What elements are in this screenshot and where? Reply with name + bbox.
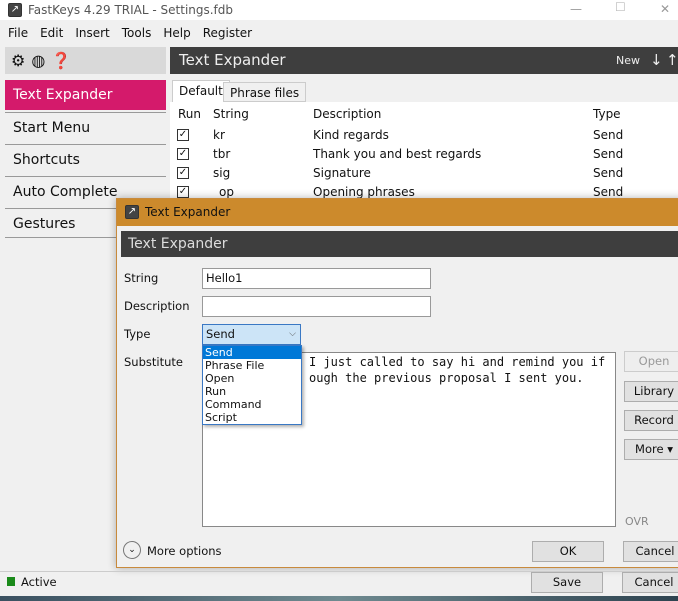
description-input[interactable] xyxy=(202,296,431,317)
column-description[interactable]: Description xyxy=(313,107,381,121)
row-string: sig xyxy=(213,166,231,180)
dialog-header: Text Expander xyxy=(121,231,678,257)
dialog-title-bar: ↗ Text Expander xyxy=(117,199,678,226)
row-string: kr xyxy=(213,128,225,142)
type-dropdown-list: Send Phrase File Open Run Command Script xyxy=(202,345,302,425)
close-button[interactable]: ✕ xyxy=(660,2,670,16)
type-option[interactable]: Phrase File xyxy=(203,359,301,372)
type-select[interactable]: Send ⌵ xyxy=(202,324,301,345)
type-label: Type xyxy=(124,327,151,341)
ovr-indicator: OVR xyxy=(625,515,649,528)
menu-insert[interactable]: Insert xyxy=(75,26,109,40)
row-description: Signature xyxy=(313,166,371,180)
sidebar-item-shortcuts[interactable]: Shortcuts xyxy=(5,144,166,174)
row-description: Kind regards xyxy=(313,128,389,142)
row-type: Send xyxy=(593,185,624,199)
row-string: _op xyxy=(213,185,234,199)
text-expander-dialog: ↗ Text Expander Text Expander String Hel… xyxy=(116,198,678,568)
open-button[interactable]: Open xyxy=(624,351,678,372)
substitute-label: Substitute xyxy=(124,355,183,369)
desktop-strip xyxy=(0,596,678,601)
sidebar-item-text-expander[interactable]: Text Expander xyxy=(5,80,166,110)
row-type: Send xyxy=(593,147,624,161)
new-button[interactable]: New xyxy=(616,47,640,74)
globe-icon[interactable]: ◍ xyxy=(31,51,45,70)
type-option[interactable]: Command xyxy=(203,398,301,411)
more-options-link[interactable]: More options xyxy=(147,544,222,558)
move-down-icon[interactable]: ↓ xyxy=(650,47,663,74)
menu-edit[interactable]: Edit xyxy=(40,26,63,40)
gear-icon[interactable]: ⚙ xyxy=(11,51,25,70)
status-text: Active xyxy=(21,575,57,589)
status-indicator-icon xyxy=(7,577,15,586)
menu-tools[interactable]: Tools xyxy=(122,26,152,40)
app-icon: ↗ xyxy=(125,205,139,219)
dialog-title: Text Expander xyxy=(145,205,231,219)
row-type: Send xyxy=(593,166,624,180)
toolbar: ⚙ ◍ ❓ xyxy=(5,47,166,74)
move-up-icon[interactable]: ↑ xyxy=(666,47,678,74)
more-button[interactable]: More ▾ xyxy=(624,439,678,460)
type-value: Send xyxy=(206,327,235,341)
save-button[interactable]: Save xyxy=(531,572,603,593)
row-description: Thank you and best regards xyxy=(313,147,482,161)
run-checkbox[interactable]: ✓ xyxy=(177,186,189,198)
section-title: Text Expander xyxy=(179,51,286,69)
type-option[interactable]: Send xyxy=(203,346,301,359)
row-string: tbr xyxy=(213,147,231,161)
record-button[interactable]: Record xyxy=(624,410,678,431)
cancel-button[interactable]: Cancel xyxy=(622,572,678,593)
description-label: Description xyxy=(124,299,190,313)
maximize-button[interactable]: ☐ xyxy=(615,0,626,14)
substitute-line-1: I just called to say hi and remind you i… xyxy=(309,355,606,369)
string-label: String xyxy=(124,271,159,285)
phrase-table: Run String Description Type ✓ kr Kind re… xyxy=(170,102,678,199)
expand-chevron-icon[interactable]: ⌄ xyxy=(123,541,141,559)
string-input[interactable]: Hello1 xyxy=(202,268,431,289)
column-string[interactable]: String xyxy=(213,107,249,121)
row-description: Opening phrases xyxy=(313,185,415,199)
tab-default[interactable]: Default xyxy=(172,80,230,102)
run-checkbox[interactable]: ✓ xyxy=(177,148,189,160)
title-bar: ↗ FastKeys 4.29 TRIAL - Settings.fdb — ☐… xyxy=(0,0,678,20)
column-run[interactable]: Run xyxy=(178,107,201,121)
run-checkbox[interactable]: ✓ xyxy=(177,129,189,141)
type-option[interactable]: Script xyxy=(203,411,301,424)
app-icon: ↗ xyxy=(8,3,22,17)
menu-help[interactable]: Help xyxy=(163,26,190,40)
help-icon[interactable]: ❓ xyxy=(51,51,71,70)
section-header: Text Expander New ↓ ↑ xyxy=(170,47,678,74)
row-type: Send xyxy=(593,128,624,142)
library-button[interactable]: Library xyxy=(624,381,678,402)
sidebar-item-start-menu[interactable]: Start Menu xyxy=(5,112,166,142)
minimize-button[interactable]: — xyxy=(570,2,582,16)
menu-file[interactable]: File xyxy=(8,26,28,40)
window-title: FastKeys 4.29 TRIAL - Settings.fdb xyxy=(28,3,234,17)
column-type[interactable]: Type xyxy=(593,107,621,121)
ok-button[interactable]: OK xyxy=(532,541,604,562)
tab-phrase-files[interactable]: Phrase files xyxy=(223,82,307,102)
menu-register[interactable]: Register xyxy=(203,26,252,40)
type-option[interactable]: Run xyxy=(203,385,301,398)
dialog-cancel-button[interactable]: Cancel xyxy=(623,541,678,562)
type-option[interactable]: Open xyxy=(203,372,301,385)
run-checkbox[interactable]: ✓ xyxy=(177,167,189,179)
menu-bar: File Edit Insert Tools Help Register xyxy=(0,22,678,44)
chevron-down-icon: ⌵ xyxy=(289,329,296,339)
substitute-line-2: ough the previous proposal I sent you. xyxy=(309,371,584,385)
